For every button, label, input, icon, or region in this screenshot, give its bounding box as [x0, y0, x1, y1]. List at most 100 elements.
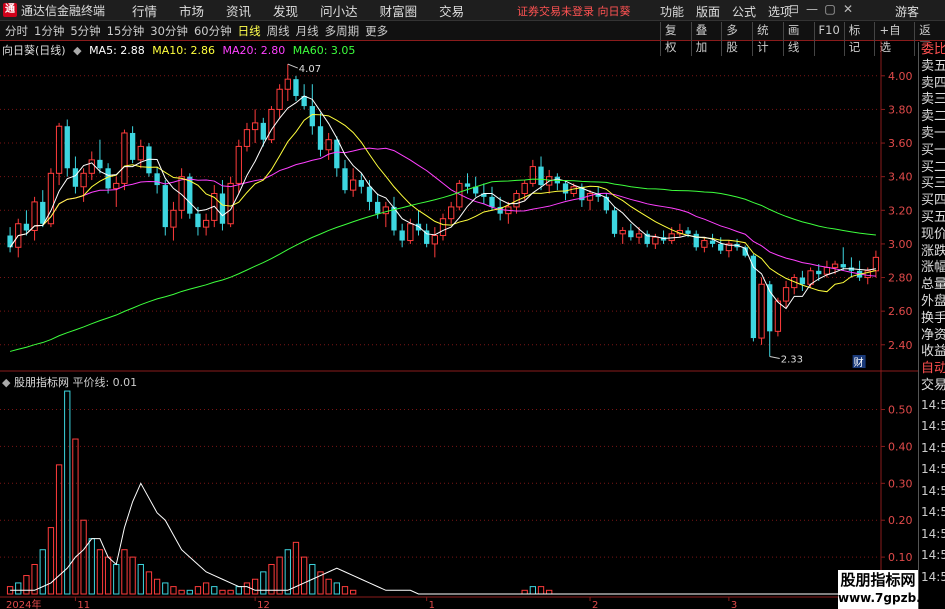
candle-body	[342, 168, 348, 191]
y-tick-label: 2.80	[888, 272, 913, 285]
candle-body	[652, 236, 659, 245]
panel-item: 收益	[921, 344, 945, 360]
panel-item: 净资	[921, 327, 945, 343]
period-toolbar: 分时 1分钟 5分钟 15分钟 30分钟 60分钟 日线 周线 月线 多周期 更…	[0, 21, 945, 56]
candle-body	[693, 233, 699, 248]
login-notice[interactable]: 证券交易未登录 向日葵	[517, 3, 631, 19]
tab-5min[interactable]: 5分钟	[67, 23, 103, 39]
menu-item-news[interactable]: 资讯	[215, 1, 262, 20]
panel-item: 买四	[921, 193, 945, 209]
menu-item-discover[interactable]: 发现	[262, 1, 309, 20]
candle-body	[816, 270, 822, 275]
tab-more[interactable]: 更多	[362, 23, 391, 39]
candle-body	[260, 122, 266, 140]
candle-body	[284, 78, 291, 90]
candle-body	[521, 182, 528, 194]
watermark: 股朋指标网 www.7gpzb.com	[838, 570, 945, 609]
menu-item-wealth[interactable]: 财富圈	[369, 1, 429, 20]
indicator-bar	[211, 586, 218, 595]
menu-item-function[interactable]: 功能	[660, 3, 684, 20]
candle-body	[407, 223, 414, 242]
candle-body	[358, 180, 364, 187]
indicator-bar	[80, 519, 87, 595]
close-icon[interactable]: ✕	[839, 2, 857, 16]
panel-item: 总量	[921, 277, 945, 293]
candle-body	[782, 287, 790, 302]
candle-body	[40, 201, 46, 224]
candle-body	[399, 230, 405, 241]
indicator-bar	[137, 563, 144, 595]
indicator-bar	[529, 586, 537, 595]
menu-item-market[interactable]: 行情	[121, 1, 168, 20]
tab-weekly[interactable]: 周线	[264, 23, 293, 39]
menu-item-formula[interactable]: 公式	[732, 3, 756, 20]
ma60-line	[9, 178, 876, 352]
candle-body	[293, 79, 299, 96]
ma-legend: 向日葵(日线) ◆ MA5: 2.88 MA10: 2.86 MA20: 2.8…	[2, 42, 359, 58]
candle-body	[448, 206, 455, 220]
candle-body	[799, 277, 806, 285]
indicator-bar	[186, 589, 193, 595]
tab-30min[interactable]: 30分钟	[147, 23, 191, 39]
candle-body	[23, 223, 30, 231]
period-tabs: 分时 1分钟 5分钟 15分钟 30分钟 60分钟 日线 周线 月线 多周期 更…	[2, 23, 391, 39]
tab-monthly[interactable]: 月线	[293, 23, 322, 39]
panel-item: 买三	[921, 176, 945, 192]
auto-trade-label[interactable]: 自动	[919, 361, 945, 378]
minimize-icon[interactable]: —	[803, 2, 821, 16]
menu-item-markets[interactable]: 市场	[168, 1, 215, 20]
tab-daily[interactable]: 日线	[235, 23, 264, 39]
panel-item: 现价	[921, 226, 945, 242]
tab-multi-period[interactable]: 多周期	[322, 23, 363, 39]
candle-body	[807, 270, 814, 285]
candle-body	[251, 122, 259, 131]
candle-body	[349, 179, 357, 191]
indicator-bar	[300, 556, 308, 595]
high-pointer	[287, 63, 298, 69]
menu-item-trade[interactable]: 交易	[428, 1, 475, 20]
indicator-bar	[333, 582, 340, 595]
menu-item-assistant[interactable]: 问小达	[309, 1, 369, 20]
candle-body	[529, 166, 537, 184]
indicator-tick-label: 0.20	[888, 514, 913, 527]
candle-body	[489, 196, 495, 207]
indicator-toggle-icon[interactable]: ◆	[2, 376, 10, 389]
trade-time: 14:56	[921, 548, 945, 563]
legend-toggle-icon[interactable]: ◆	[73, 44, 81, 57]
indicator-bar	[341, 586, 349, 595]
window-controls: ⊟ — ▢ ✕	[785, 2, 857, 16]
y-tick-label: 3.00	[888, 238, 913, 251]
tab-15min[interactable]: 15分钟	[104, 23, 148, 39]
indicator-bar	[219, 589, 226, 595]
quote-panel: 委比 卖五 卖四 卖三 卖二 卖一 买一 买二 买三 买四 买五 现价 涨跌 涨…	[918, 42, 945, 609]
trade-time: 14:56	[921, 569, 945, 584]
restore-icon[interactable]: ⊟	[785, 2, 803, 16]
maximize-icon[interactable]: ▢	[821, 2, 839, 16]
candle-body	[586, 192, 594, 201]
indicator-bar	[129, 556, 136, 595]
candle-body	[219, 193, 226, 224]
ma20-label: MA20: 2.80	[222, 44, 286, 57]
candle-body	[227, 182, 234, 225]
indicator-bar	[23, 575, 30, 595]
candle-body	[64, 126, 70, 169]
y-tick-label: 4.00	[888, 70, 913, 83]
guest-label[interactable]: 游客	[895, 3, 919, 20]
stock-label: 向日葵(日线)	[2, 44, 66, 57]
indicator-bar	[268, 563, 275, 595]
indicator-bar	[72, 438, 79, 595]
high-label: 4.07	[299, 64, 321, 75]
indicator-tick-label: 0.30	[888, 477, 913, 490]
panel-item: 买一	[921, 142, 945, 158]
trade-time: 14:56	[921, 483, 945, 498]
trade-time: 14:56	[921, 440, 945, 455]
price-chart[interactable]: 4.00 3.80 3.60 3.40 3.20 3.00 2.80 2.60 2.40 0.50…	[0, 41, 918, 609]
tab-1min[interactable]: 1分钟	[31, 23, 67, 39]
candle-body	[431, 235, 438, 245]
tab-intraday[interactable]: 分时	[2, 23, 31, 39]
trade-label[interactable]: 交易	[919, 378, 945, 395]
tab-60min[interactable]: 60分钟	[191, 23, 235, 39]
candle-body	[374, 201, 381, 214]
menu-item-layout[interactable]: 版面	[696, 3, 720, 20]
main-menu: 行情 市场 资讯 发现 问小达 财富圈 交易	[121, 1, 475, 20]
